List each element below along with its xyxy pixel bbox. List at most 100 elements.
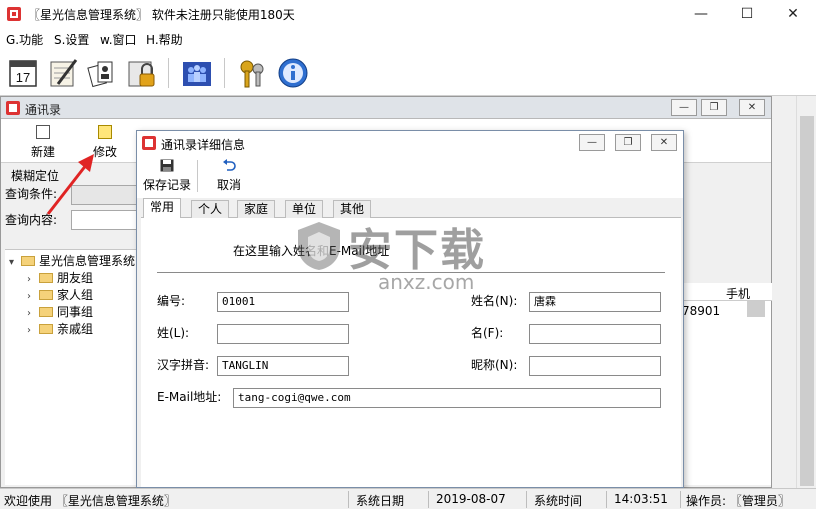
tab-common[interactable]: 常用: [143, 198, 182, 218]
cards-icon[interactable]: [86, 56, 120, 90]
dialog-maximize-button[interactable]: ❐: [615, 134, 641, 151]
save-record-button[interactable]: 保存记录: [141, 158, 193, 196]
nickname-label: 昵称(N):: [471, 358, 518, 372]
close-icon: ✕: [787, 6, 799, 22]
status-separator: [348, 491, 349, 508]
minimize-icon: —: [679, 102, 689, 113]
tree-item-friends[interactable]: › 朋友组: [27, 269, 93, 286]
status-separator: [526, 491, 527, 508]
tree-item-family[interactable]: › 家人组: [27, 286, 93, 303]
nickname-field[interactable]: [529, 356, 661, 376]
tree-item-label: 朋友组: [57, 271, 94, 285]
undo-icon: [223, 159, 236, 171]
contacts-window-titlebar: 通讯录 — ❐ ✕: [1, 97, 771, 119]
grid-scrollbar-thumb[interactable]: [747, 301, 765, 317]
tree-item-colleagues[interactable]: › 同事组: [27, 303, 93, 320]
email-field[interactable]: tang-cogi@qwe.com: [233, 388, 661, 408]
cancel-button[interactable]: 取消: [211, 158, 247, 196]
status-operator: 操作员: 〖管理员〗: [686, 494, 790, 508]
tree-item-label: 亲戚组: [57, 322, 94, 336]
dialog-title: 通讯录详细信息: [161, 138, 246, 152]
main-scrollbar-thumb[interactable]: [800, 116, 814, 486]
watermark-subtext: anxz.com: [378, 270, 475, 294]
close-button[interactable]: ✕: [770, 0, 816, 28]
maximize-icon: ❐: [623, 137, 633, 148]
given-name-label: 名(F):: [471, 326, 504, 340]
maximize-icon: ☐: [740, 6, 754, 22]
keys-icon[interactable]: [236, 56, 270, 90]
status-separator: [606, 491, 607, 508]
app-title: 〖星光信息管理系统〗 软件未注册只能使用180天: [28, 8, 295, 22]
tab-personal[interactable]: 个人: [191, 200, 230, 218]
given-name-field[interactable]: [529, 324, 661, 344]
surname-field[interactable]: [217, 324, 349, 344]
chevron-right-icon: ›: [27, 274, 31, 285]
minimize-icon: —: [587, 137, 597, 148]
users-icon[interactable]: [180, 56, 214, 90]
contacts-window-title: 通讯录: [25, 103, 62, 117]
tree-item-relatives[interactable]: › 亲戚组: [27, 320, 93, 337]
toolbar-separator: [224, 58, 225, 88]
dialog-toolbar: 保存记录 取消: [137, 156, 683, 198]
folder-icon: [39, 307, 53, 317]
status-separator: [680, 491, 681, 508]
menu-help[interactable]: H.帮助: [146, 31, 183, 48]
folder-icon: [39, 273, 53, 283]
pinyin-label: 汉字拼音:: [157, 358, 210, 372]
calendar-day: 17: [16, 70, 30, 85]
main-toolbar: 17: [0, 50, 816, 96]
watermark-text: 安下载: [348, 225, 486, 276]
status-time-value: 14:03:51: [614, 492, 668, 506]
dialog-minimize-button[interactable]: —: [579, 134, 605, 151]
dialog-titlebar: 通讯录详细信息 — ❐ ✕: [137, 131, 683, 156]
menubar: G.功能 S.设置 w.窗口 H.帮助: [0, 28, 816, 50]
main-scrollbar[interactable]: [796, 96, 816, 488]
save-record-label: 保存记录: [142, 178, 191, 192]
child-minimize-button[interactable]: —: [671, 99, 697, 116]
child-maximize-button[interactable]: ❐: [701, 99, 727, 116]
email-label: E-Mail地址:: [157, 390, 222, 404]
maximize-button[interactable]: ☐: [724, 0, 770, 28]
surname-label: 姓(L):: [157, 326, 190, 340]
minimize-button[interactable]: —: [678, 0, 724, 28]
tab-family[interactable]: 家庭: [237, 200, 276, 218]
status-time-label: 系统时间: [534, 494, 583, 508]
app-icon: [6, 101, 20, 115]
chevron-right-icon: ›: [27, 325, 31, 336]
tree-root[interactable]: ▾ 星光信息管理系统: [9, 252, 135, 269]
shield-icon: [298, 222, 340, 270]
contact-detail-dialog: 通讯录详细信息 — ❐ ✕ 保存记录 取消 常用 个人 家庭 单位 其他 编号:…: [136, 130, 684, 488]
folder-icon: [39, 324, 53, 334]
menu-settings[interactable]: S.设置: [54, 31, 89, 48]
name-field[interactable]: 唐霖: [529, 292, 661, 312]
number-label: 编号:: [157, 294, 186, 308]
grid-header: 手机: [682, 283, 772, 301]
edit-icon: [98, 125, 112, 139]
notepad-icon[interactable]: [46, 56, 80, 90]
cancel-label: 取消: [216, 178, 241, 192]
close-icon: ✕: [659, 137, 669, 148]
grid-cell[interactable]: 78901: [682, 304, 720, 318]
status-date-value: 2019-08-07: [436, 492, 506, 506]
status-date-label: 系统日期: [356, 494, 405, 508]
info-icon[interactable]: [276, 56, 310, 90]
chevron-down-icon: ▾: [9, 257, 15, 268]
grid-header-mobile: 手机: [726, 287, 751, 301]
child-close-button[interactable]: ✕: [739, 99, 765, 116]
chevron-right-icon: ›: [27, 291, 31, 302]
menu-function[interactable]: G.功能: [6, 31, 43, 48]
toolbar-separator: [197, 160, 198, 192]
tree-item-label: 家人组: [57, 288, 94, 302]
pinyin-field[interactable]: TANGLIN: [217, 356, 349, 376]
app-titlebar: 〖星光信息管理系统〗 软件未注册只能使用180天 — ☐ ✕: [0, 0, 816, 28]
minimize-icon: —: [694, 6, 708, 22]
status-welcome: 欢迎使用 〖星光信息管理系统〗: [4, 494, 176, 508]
tree-root-label: 星光信息管理系统: [39, 254, 136, 268]
number-field[interactable]: 01001: [217, 292, 349, 312]
status-separator: [428, 491, 429, 508]
folder-icon: [21, 256, 35, 266]
menu-window[interactable]: w.窗口: [100, 31, 137, 48]
lock-icon[interactable]: [126, 56, 160, 90]
calendar-icon[interactable]: 17: [6, 56, 40, 90]
dialog-close-button[interactable]: ✕: [651, 134, 677, 151]
